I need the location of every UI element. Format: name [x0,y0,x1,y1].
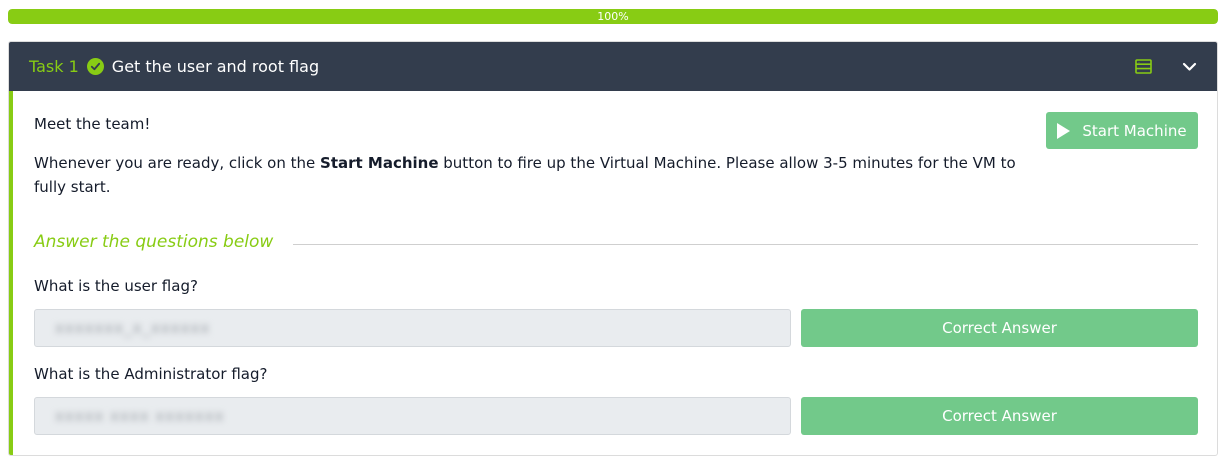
answers-heading: Answer the questions below [34,232,274,252]
admin-flag-answer-field[interactable]: xxxxx xxxx xxxxxxx [34,397,791,435]
progress-label: 100% [597,10,629,23]
instruction-text: Whenever you are ready, click on the Sta… [34,151,1024,199]
start-machine-button[interactable]: Start Machine [1046,112,1198,149]
user-flag-answer-field[interactable]: xxxxxxx_x_xxxxxx [34,309,791,347]
correct-answer-button[interactable]: Correct Answer [801,309,1198,347]
intro-text: Meet the team! [34,115,151,133]
progress-bar: 100% [8,9,1218,24]
masked-answer: xxxxxxx_x_xxxxxx [55,319,211,337]
chevron-down-icon[interactable] [1182,62,1197,72]
task-body: Meet the team! Whenever you are ready, c… [9,91,1217,455]
instruction-bold-text: Start Machine [320,154,439,172]
start-machine-label: Start Machine [1082,121,1187,140]
task-title: Get the user and root flag [111,57,320,76]
question-admin-flag: What is the Administrator flag? [34,365,268,383]
question-user-flag: What is the user flag? [34,277,198,295]
correct-answer-button[interactable]: Correct Answer [801,397,1198,435]
play-icon [1057,122,1071,139]
heading-divider [293,244,1198,245]
server-list-icon[interactable] [1135,59,1152,74]
task-card: Task 1 Get the user and root flag Meet t… [8,41,1218,456]
task-header[interactable]: Task 1 Get the user and root flag [9,42,1217,91]
masked-answer: xxxxx xxxx xxxxxxx [55,407,225,425]
check-circle-icon [86,58,104,75]
instruction-text-part: Whenever you are ready, click on the [34,154,321,172]
task-number: Task 1 [29,57,79,76]
header-tools [1135,42,1197,91]
